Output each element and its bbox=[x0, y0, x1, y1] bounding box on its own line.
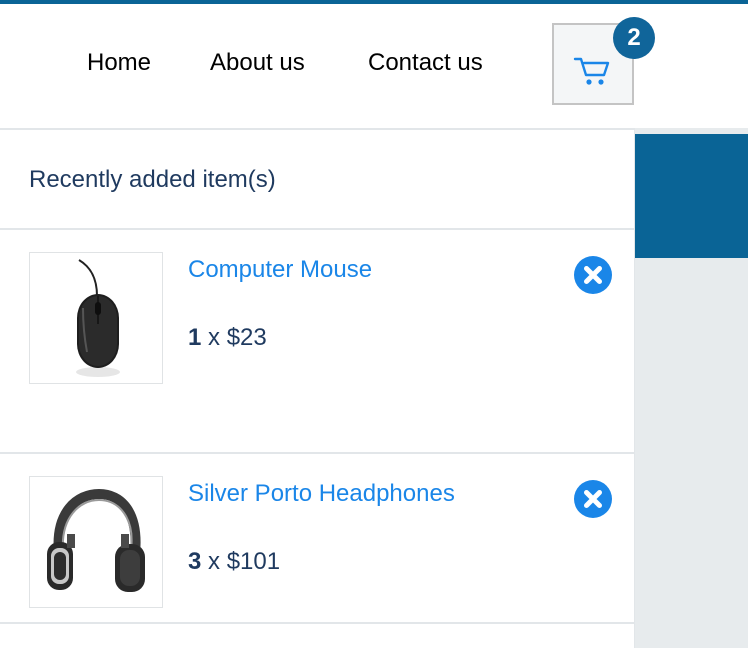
cart-icon bbox=[573, 57, 610, 85]
main-nav: Home About us Contact us 2 bbox=[0, 0, 748, 128]
product-thumbnail[interactable] bbox=[29, 476, 163, 608]
dropdown-title: Recently added item(s) bbox=[0, 130, 634, 230]
quantity-separator: x bbox=[201, 548, 227, 575]
nav-link-home[interactable]: Home bbox=[87, 48, 151, 78]
item-name-link[interactable]: Computer Mouse bbox=[188, 256, 372, 284]
item-quantity: 1 bbox=[188, 324, 202, 351]
item-name-link[interactable]: Silver Porto Headphones bbox=[188, 480, 455, 508]
nav-link-about[interactable]: About us bbox=[210, 48, 305, 78]
cart-item: Silver Porto Headphones 3 x $101 bbox=[0, 454, 634, 624]
nav-link-contact[interactable]: Contact us bbox=[368, 48, 483, 78]
close-circle-icon bbox=[584, 490, 602, 508]
item-price: $101 bbox=[226, 548, 281, 575]
close-circle-icon bbox=[584, 266, 602, 284]
remove-item-button[interactable] bbox=[574, 256, 612, 294]
item-price: $23 bbox=[226, 324, 267, 351]
item-quantity-price: 1 x $23 bbox=[188, 324, 267, 352]
headphones-image bbox=[47, 488, 145, 592]
item-quantity-price: 3 x $101 bbox=[188, 548, 280, 576]
hero-banner bbox=[635, 134, 748, 258]
cart-count-badge: 2 bbox=[613, 17, 655, 59]
item-quantity: 3 bbox=[188, 548, 202, 575]
mouse-image bbox=[76, 259, 120, 377]
cart-dropdown: Recently added item(s) Computer Mouse 1 … bbox=[0, 128, 635, 648]
cart-item: Computer Mouse 1 x $23 bbox=[0, 230, 634, 454]
remove-item-button[interactable] bbox=[574, 480, 612, 518]
quantity-separator: x bbox=[201, 324, 227, 351]
product-thumbnail[interactable] bbox=[29, 252, 163, 384]
